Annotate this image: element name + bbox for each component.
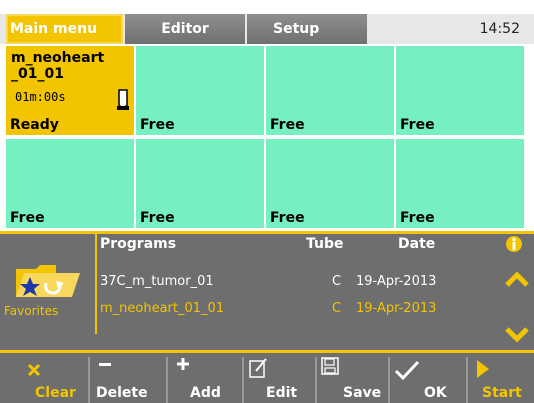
date-header: Date xyxy=(398,236,436,252)
start-label: Start xyxy=(482,385,522,401)
programs-header: Programs xyxy=(100,236,177,252)
program-name: m_neoheart_01_01 xyxy=(100,301,225,316)
start-button[interactable]: Start xyxy=(468,355,534,403)
program-row[interactable]: 37C_m_tumor_01 xyxy=(100,274,214,289)
add-button[interactable]: Add xyxy=(168,355,244,403)
scroll-down-icon[interactable] xyxy=(504,326,530,344)
tab-editor[interactable]: Editor xyxy=(125,14,245,44)
delete-button[interactable]: Delete xyxy=(90,355,166,403)
clear-label: Clear xyxy=(35,385,76,401)
slot-7[interactable]: Free xyxy=(266,139,394,228)
panel-top-border xyxy=(0,231,534,234)
info-icon[interactable] xyxy=(505,235,523,253)
edit-icon xyxy=(249,358,267,378)
program-date: 19-Apr-2013 xyxy=(356,274,437,289)
panel-divider xyxy=(95,234,97,334)
close-icon xyxy=(27,363,41,377)
program-name: 37C_m_tumor_01 xyxy=(100,274,214,289)
slot-status: Free xyxy=(270,117,305,133)
clock: 14:52 xyxy=(479,21,520,37)
slot-8[interactable]: Free xyxy=(396,139,524,228)
program-tube: C xyxy=(332,274,342,289)
plus-icon xyxy=(177,358,189,370)
slot-2[interactable]: Free xyxy=(136,46,264,135)
tab-setup[interactable]: Setup xyxy=(247,14,367,44)
add-label: Add xyxy=(190,385,221,401)
slot-1[interactable]: m_neoheart _01_01 01m:00s Ready xyxy=(6,46,134,135)
program-date: 19-Apr-2013 xyxy=(356,301,437,316)
slot-status: Free xyxy=(270,210,305,226)
favorites-folder-icon[interactable] xyxy=(10,263,90,303)
favorites-label[interactable]: Favorites xyxy=(4,304,58,318)
slot-status: Free xyxy=(400,210,435,226)
check-icon xyxy=(394,360,420,381)
slot-6[interactable]: Free xyxy=(136,139,264,228)
edit-button[interactable]: Edit xyxy=(244,355,320,403)
tube-header: Tube xyxy=(306,236,344,252)
slot-status: Free xyxy=(10,210,45,226)
slot-status: Ready xyxy=(10,117,59,133)
slot-3[interactable]: Free xyxy=(266,46,394,135)
tube-icon xyxy=(117,89,129,110)
toolbar-top-border xyxy=(0,350,534,353)
ok-button[interactable]: OK xyxy=(390,355,466,403)
slot-status: Free xyxy=(400,117,435,133)
clear-button[interactable]: Clear xyxy=(0,355,76,403)
slot-time: 01m:00s xyxy=(15,90,66,104)
slot-status: Free xyxy=(140,117,175,133)
slot-status: Free xyxy=(140,210,175,226)
slot-program-name: m_neoheart _01_01 xyxy=(11,50,105,82)
save-button[interactable]: Save xyxy=(317,355,393,403)
slot-grid: m_neoheart _01_01 01m:00s Ready Free Fre… xyxy=(6,46,534,230)
slot-4[interactable]: Free xyxy=(396,46,524,135)
delete-label: Delete xyxy=(96,385,148,401)
minus-icon xyxy=(99,363,111,366)
play-icon xyxy=(477,360,489,378)
tab-main-menu[interactable]: Main menu xyxy=(6,14,123,44)
ok-label: OK xyxy=(424,385,447,401)
program-row-selected[interactable]: m_neoheart_01_01 xyxy=(100,301,224,316)
floppy-disk-icon xyxy=(321,357,339,375)
edit-label: Edit xyxy=(266,385,298,401)
program-tube: C xyxy=(332,301,342,316)
save-label: Save xyxy=(343,385,382,401)
tab-bar: Main menu Editor Setup 14:52 xyxy=(0,14,534,44)
slot-5[interactable]: Free xyxy=(6,139,134,228)
scroll-up-icon[interactable] xyxy=(504,270,530,288)
